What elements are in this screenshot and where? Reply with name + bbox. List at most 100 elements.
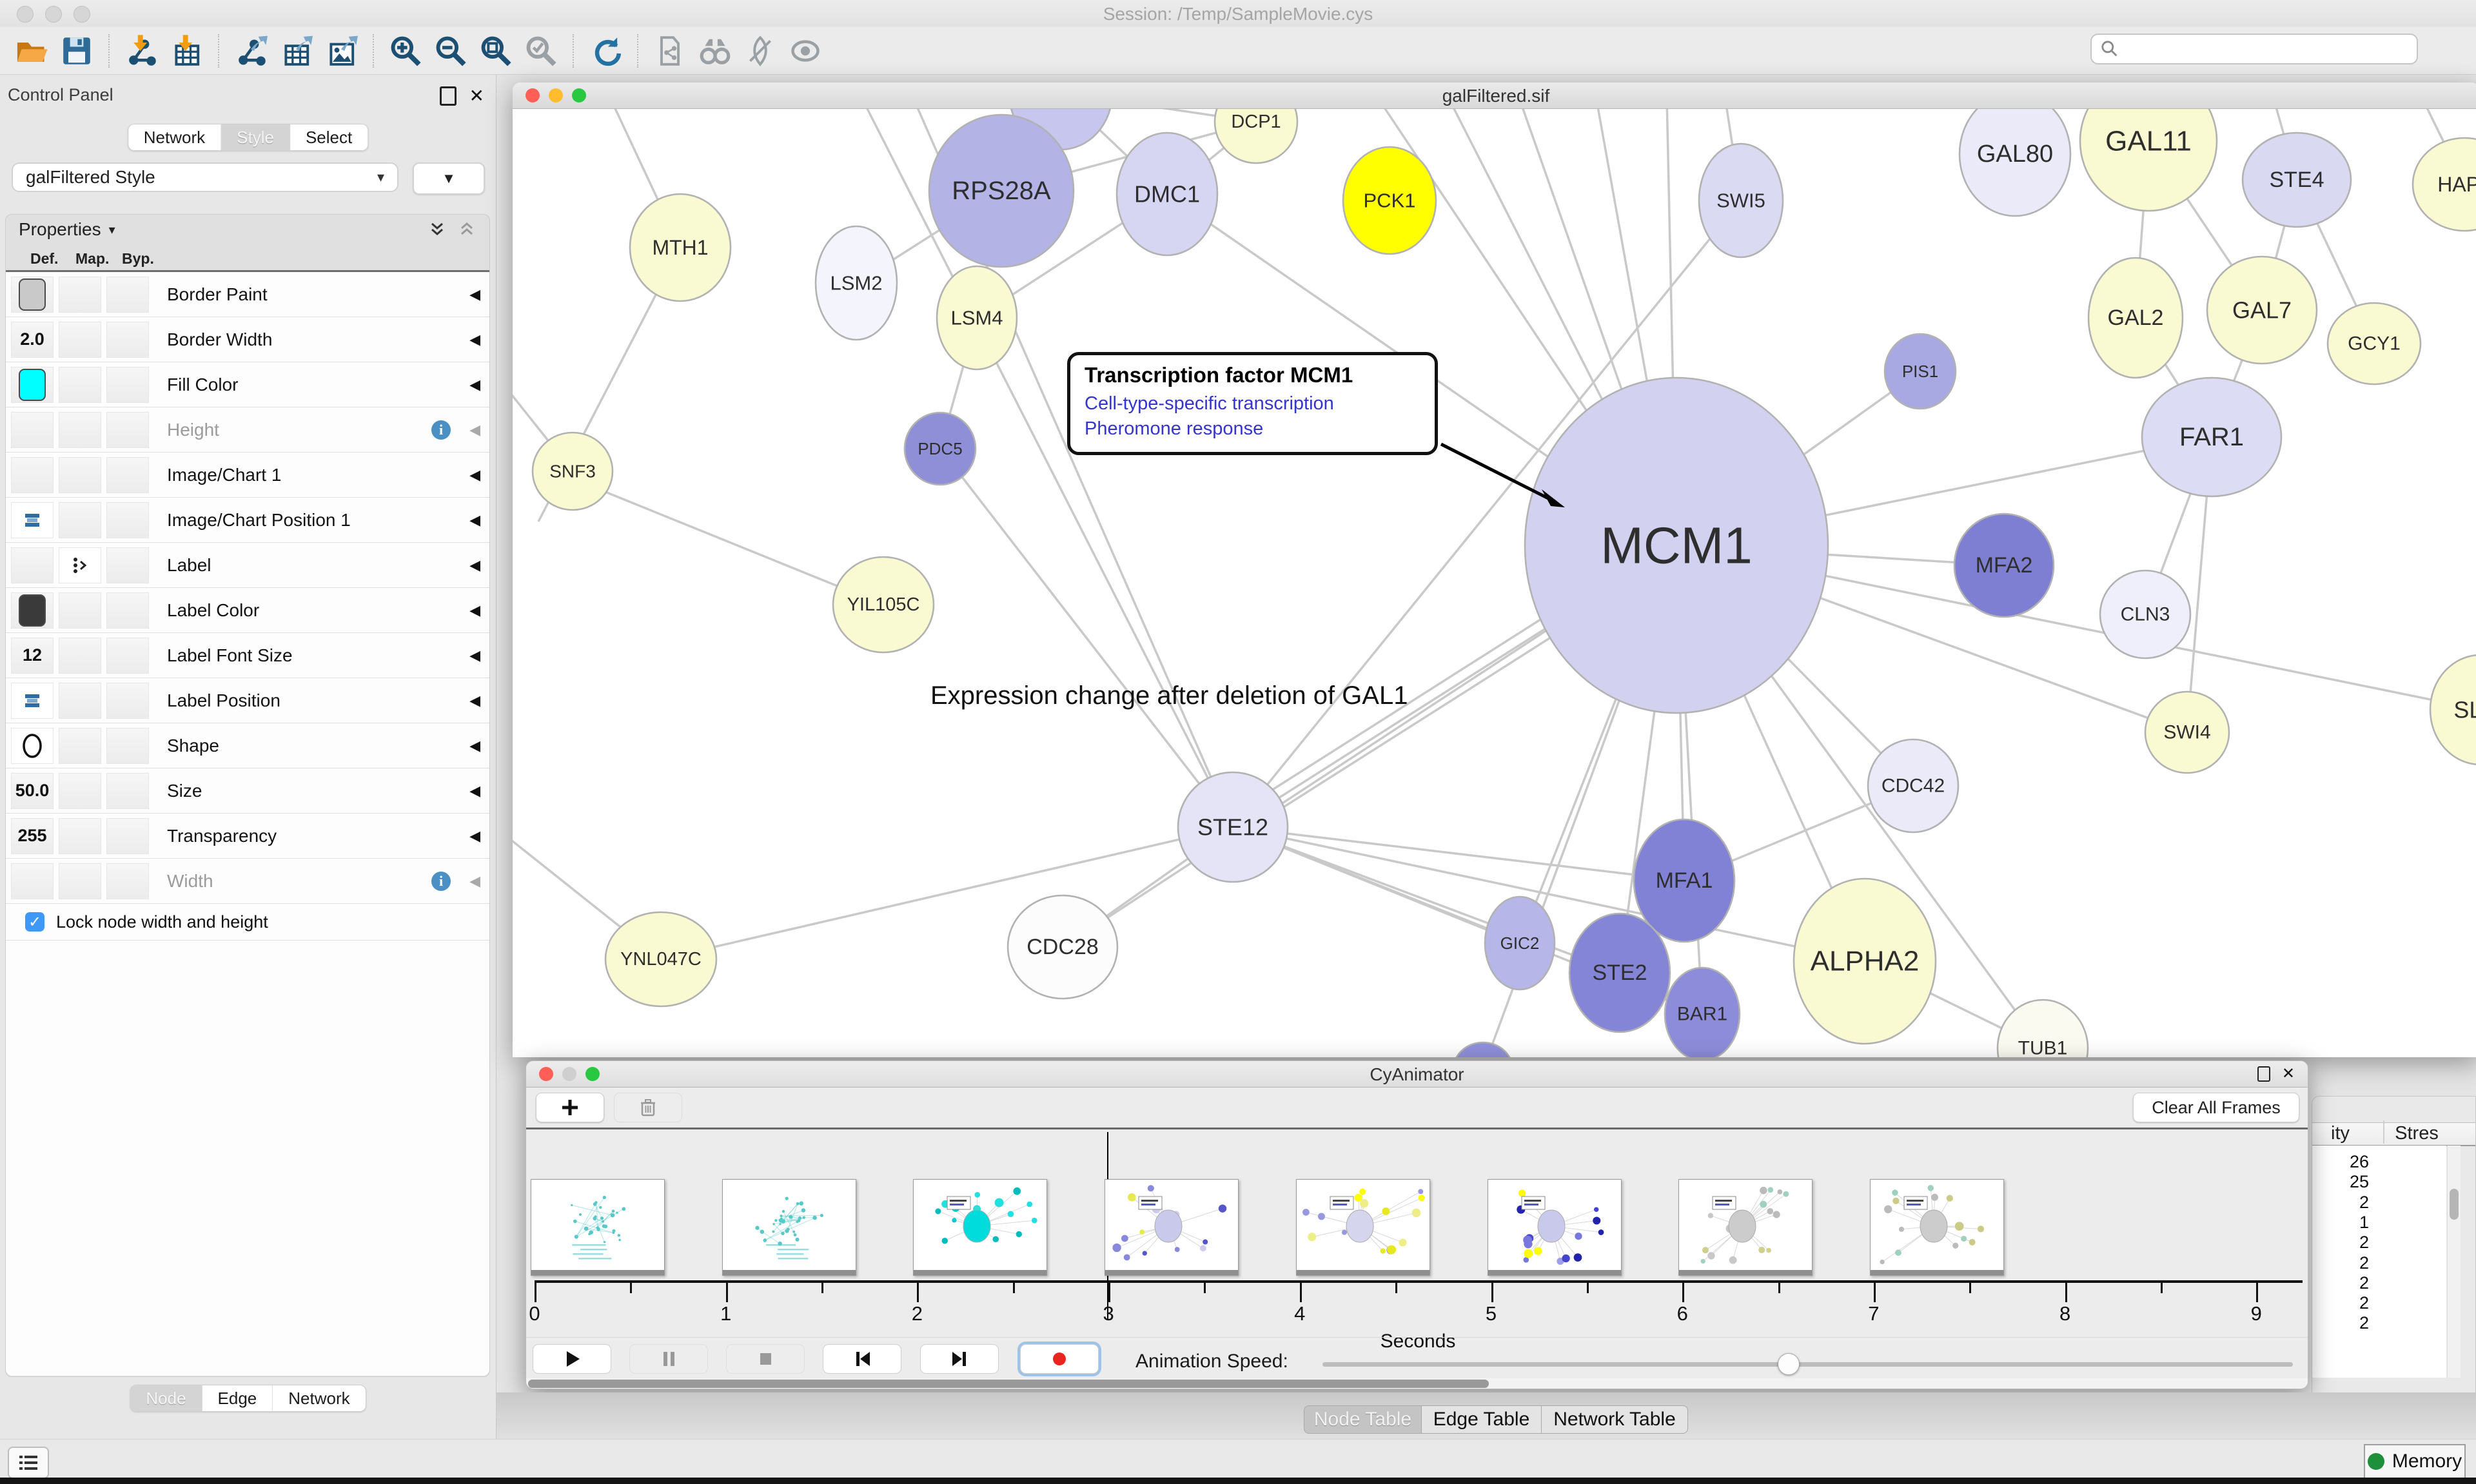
network-node-gal7[interactable]: GAL7: [2207, 257, 2317, 364]
property-row[interactable]: 255Transparency◀: [6, 814, 489, 859]
network-node-mcm1[interactable]: MCM1: [1525, 378, 1828, 713]
chevron-left-icon[interactable]: ◀: [469, 376, 480, 393]
zoom-out-button[interactable]: [432, 32, 469, 70]
default-value-cell[interactable]: [11, 863, 54, 899]
mapping-cell[interactable]: [59, 592, 101, 629]
chevron-left-icon[interactable]: ◀: [469, 286, 480, 303]
eye-button[interactable]: [787, 32, 824, 70]
chevron-left-icon[interactable]: ◀: [469, 828, 480, 845]
default-value-cell[interactable]: [11, 592, 54, 629]
property-row[interactable]: Shape◀: [6, 723, 489, 768]
bypass-cell[interactable]: [106, 863, 149, 899]
network-node-gal2[interactable]: GAL2: [2088, 258, 2183, 378]
frame-thumbnail[interactable]: [1678, 1179, 1813, 1276]
properties-header[interactable]: Properties: [19, 219, 101, 240]
hide-button[interactable]: [742, 32, 779, 70]
table-cell[interactable]: 2: [2317, 1313, 2369, 1333]
default-value-cell[interactable]: [11, 728, 54, 764]
property-row[interactable]: Border Paint◀: [6, 272, 489, 317]
network-node-gcy1[interactable]: GCY1: [2328, 303, 2421, 384]
mapping-cell[interactable]: [59, 367, 101, 403]
zoom-selected-button[interactable]: [522, 32, 560, 70]
bypass-cell[interactable]: [106, 457, 149, 493]
default-value-cell[interactable]: [11, 457, 54, 493]
tab-network[interactable]: Network: [273, 1385, 365, 1411]
chevron-left-icon[interactable]: ◀: [469, 602, 480, 619]
mapping-cell[interactable]: [59, 412, 101, 448]
property-row[interactable]: 12Label Font Size◀: [6, 633, 489, 678]
export-network-button[interactable]: [232, 32, 270, 70]
column-header[interactable]: ity: [2312, 1123, 2350, 1144]
default-value-cell[interactable]: [11, 683, 54, 719]
chevron-left-icon[interactable]: ◀: [469, 557, 480, 574]
annotation-link[interactable]: Pheromone response: [1085, 416, 1420, 442]
network-node-yil105c[interactable]: YIL105C: [833, 557, 934, 652]
frame-thumbnail[interactable]: [531, 1179, 665, 1276]
frame-thumbnail[interactable]: [1488, 1179, 1622, 1276]
network-node-gal11[interactable]: GAL11: [2080, 109, 2217, 211]
chevron-left-icon[interactable]: ◀: [469, 467, 480, 483]
property-row[interactable]: Label◀: [6, 543, 489, 588]
float-panel-icon[interactable]: [2257, 1066, 2270, 1082]
network-node-hap2[interactable]: HAP2: [2413, 138, 2476, 231]
tab-node[interactable]: Node: [130, 1385, 202, 1411]
table-cell[interactable]: 2: [2317, 1233, 2369, 1253]
chevron-left-icon[interactable]: ◀: [469, 512, 480, 529]
network-node-mfa2[interactable]: MFA2: [1954, 514, 2054, 617]
bypass-cell[interactable]: [106, 367, 149, 403]
chevron-left-icon[interactable]: ◀: [469, 873, 480, 890]
default-value-cell[interactable]: [11, 367, 54, 403]
mapping-cell[interactable]: [59, 638, 101, 674]
save-button[interactable]: [58, 32, 95, 70]
bypass-cell[interactable]: [106, 683, 149, 719]
bypass-cell[interactable]: [106, 412, 149, 448]
network-node-ste12[interactable]: STE12: [1178, 772, 1288, 882]
table-cell[interactable]: 25: [2317, 1172, 2369, 1192]
property-row[interactable]: 50.0Size◀: [6, 768, 489, 814]
clear-all-frames-button[interactable]: Clear All Frames: [2133, 1093, 2299, 1122]
panel-list-button[interactable]: [8, 1447, 49, 1479]
network-node-cdc28[interactable]: CDC28: [1008, 895, 1117, 999]
bypass-cell[interactable]: [106, 818, 149, 854]
mapping-cell[interactable]: [59, 773, 101, 809]
bypass-cell[interactable]: [106, 547, 149, 583]
property-row[interactable]: Widthi◀: [6, 859, 489, 904]
network-node-dmc1[interactable]: DMC1: [1117, 133, 1217, 255]
search-input[interactable]: [2090, 34, 2418, 64]
chevron-left-icon[interactable]: ◀: [469, 783, 480, 799]
network-node-cln3[interactable]: CLN3: [2100, 571, 2190, 658]
close-panel-icon[interactable]: ✕: [469, 87, 484, 105]
network-node-tub1[interactable]: TUB1: [1998, 1000, 2088, 1057]
import-network-button[interactable]: [123, 32, 160, 70]
table-vertical-scrollbar[interactable]: [2447, 1146, 2461, 1378]
default-value-cell[interactable]: [11, 412, 54, 448]
property-row[interactable]: Image/Chart 1◀: [6, 453, 489, 498]
mapping-cell[interactable]: [59, 502, 101, 538]
network-node-lsm2[interactable]: LSM2: [816, 226, 897, 340]
tab-select[interactable]: Select: [290, 124, 368, 150]
frame-thumbnail[interactable]: [1105, 1179, 1239, 1276]
style-options-button[interactable]: ▼: [413, 162, 485, 195]
mapping-cell[interactable]: [59, 728, 101, 764]
table-cell[interactable]: 2: [2317, 1193, 2369, 1213]
binoculars-button[interactable]: [696, 32, 734, 70]
expand-all-icon[interactable]: [427, 220, 447, 239]
style-selector[interactable]: galFiltered Style ▾: [12, 162, 398, 192]
property-row[interactable]: 2.0Border Width◀: [6, 317, 489, 362]
bypass-cell[interactable]: [106, 773, 149, 809]
network-canvas[interactable]: Transcription factor MCM1 Cell-type-spec…: [513, 109, 2476, 1057]
table-cell[interactable]: 26: [2317, 1152, 2369, 1172]
network-node-slt2[interactable]: SLT2: [2430, 655, 2476, 765]
chevron-left-icon[interactable]: ◀: [469, 331, 480, 348]
network-node-pis1[interactable]: PIS1: [1885, 334, 1956, 409]
refresh-button[interactable]: [587, 32, 624, 70]
network-node-ynl047c[interactable]: YNL047C: [605, 912, 716, 1006]
mapping-cell[interactable]: [59, 277, 101, 313]
network-node-gic2[interactable]: GIC2: [1485, 897, 1555, 990]
network-node-mth1[interactable]: MTH1: [630, 194, 731, 301]
bypass-cell[interactable]: [106, 322, 149, 358]
default-value-cell[interactable]: 2.0: [11, 322, 54, 358]
skip-start-button[interactable]: [823, 1344, 901, 1374]
tab-edge[interactable]: Edge: [202, 1385, 273, 1411]
mapping-cell[interactable]: [59, 457, 101, 493]
